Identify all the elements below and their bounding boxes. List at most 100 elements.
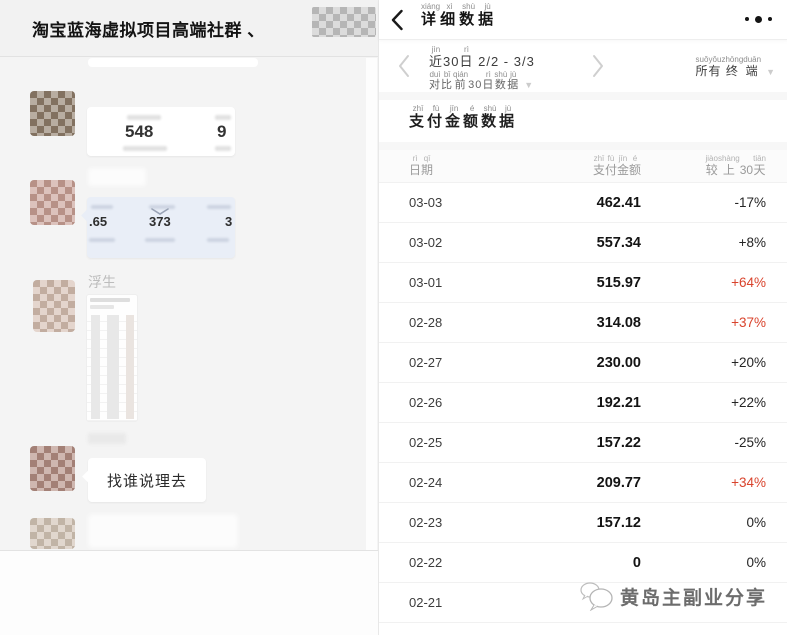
bubble-tail — [82, 470, 95, 483]
stats-header: 详xiáng细xì数shù据jù — [379, 0, 787, 40]
row-amount: 314.08 — [471, 315, 641, 331]
chat-scrollbar-track[interactable] — [366, 58, 377, 550]
row-date: 03-01 — [409, 275, 471, 290]
back-chevron-icon[interactable] — [391, 9, 407, 31]
table-row: 03-02 557.34 +8% — [379, 223, 787, 263]
row-date: 02-21 — [409, 595, 471, 610]
table-row: 03-03 462.41 -17% — [379, 183, 787, 223]
row-amount: 462.41 — [471, 195, 641, 211]
row-amount: 209.77 — [471, 475, 641, 491]
row-change: -17% — [641, 195, 766, 210]
chat-image-table-screenshot[interactable] — [86, 294, 138, 422]
date-range-selector: 近jìn30 日rì 2/2 - 3/3 对duì比bǐ前qián30 日rì数… — [379, 42, 787, 92]
row-change: +64% — [641, 275, 766, 290]
row-change: +37% — [641, 315, 766, 330]
row-date: 02-28 — [409, 315, 471, 330]
row-change: 0% — [641, 555, 766, 570]
chat-panel: 淘宝蓝海虚拟项目高端社群 、 548 9 — [0, 0, 378, 635]
stat-value-partial: 9 — [217, 122, 226, 142]
row-amount: 515.97 — [471, 275, 641, 291]
row-change: +20% — [641, 355, 766, 370]
blurred-label — [90, 305, 114, 309]
blurred-message — [88, 514, 238, 548]
chat-group-title: 淘宝蓝海虚拟项目高端社群 、 — [32, 16, 265, 41]
blurred-label — [207, 238, 229, 242]
terminal-dropdown[interactable]: 所suǒ有yǒu终zhōng端duān ▼ — [695, 55, 776, 79]
blurred-label — [123, 146, 167, 151]
row-date: 02-24 — [409, 475, 471, 490]
table-row: 02-22 0 0% — [379, 543, 787, 583]
row-change: 0% — [641, 515, 766, 530]
blurred-content — [88, 168, 146, 186]
table-row: 02-24 209.77 +34% — [379, 463, 787, 503]
row-amount: 192.21 — [471, 395, 641, 411]
bubble-tail — [87, 119, 94, 132]
avatar[interactable] — [30, 518, 75, 549]
blurred-label — [215, 146, 231, 151]
page-title: 详xiáng细xì数shù据jù — [421, 2, 497, 29]
table-body: 03-03 462.41 -17% 03-02 557.34 +8% 03-01… — [379, 183, 787, 623]
column-header-amount: 支zhī付fù金jīn额é — [471, 154, 641, 178]
avatar[interactable] — [30, 91, 75, 136]
row-change: +8% — [641, 235, 766, 250]
table-row: 02-21 — [379, 583, 787, 623]
chat-input-toolbar: ▾ — [0, 550, 378, 635]
chat-message-text: 找谁说理去 — [107, 470, 187, 491]
row-date: 02-27 — [409, 355, 471, 370]
sender-name[interactable]: 浮生 — [88, 272, 116, 292]
row-change: -25% — [641, 435, 766, 450]
row-amount: 230.00 — [471, 355, 641, 371]
stat-value: 373 — [149, 214, 171, 229]
row-date: 02-23 — [409, 515, 471, 530]
stats-panel: 详xiáng细xì数shù据jù 近jìn30 日rì 2/2 - 3/3 对d… — [378, 0, 787, 635]
range-dropdown[interactable]: 近jìn30 日rì 2/2 - 3/3 对duì比bǐ前qián30 日rì数… — [429, 45, 535, 92]
blurred-sender-name — [88, 433, 126, 444]
avatar[interactable] — [30, 446, 75, 491]
separator — [379, 142, 787, 150]
collapse-chevron-icon[interactable] — [151, 208, 169, 215]
chat-image-stats-card-blue[interactable]: .65 373 3 — [87, 197, 235, 258]
more-dots-icon[interactable] — [745, 0, 772, 38]
row-change: +34% — [641, 475, 766, 490]
compare-label: 对duì比bǐ前qián30 日rì数shù据jù▼ — [429, 70, 535, 92]
row-date: 03-02 — [409, 235, 471, 250]
row-date: 02-26 — [409, 395, 471, 410]
separator — [379, 92, 787, 100]
avatar[interactable] — [33, 280, 75, 332]
row-amount: 157.22 — [471, 435, 641, 451]
blurred-label — [90, 298, 130, 302]
table-row: 02-26 192.21 +22% — [379, 383, 787, 423]
column-header-change: 较jiào上shàng30 天tiān — [641, 154, 766, 178]
blurred-label — [215, 115, 231, 120]
row-date: 03-03 — [409, 195, 471, 210]
stat-value: 3 — [225, 214, 232, 229]
row-date: 02-25 — [409, 435, 471, 450]
blurred-label — [145, 238, 175, 242]
range-label: 近jìn30 日rì 2/2 - 3/3 — [429, 45, 535, 70]
row-amount: 0 — [471, 555, 641, 571]
app-window: 淘宝蓝海虚拟项目高端社群 、 548 9 — [0, 0, 787, 635]
dropdown-caret-icon: ▼ — [524, 80, 534, 90]
terminal-label: 所suǒ有yǒu终zhōng端duān — [695, 64, 761, 78]
blurred-label — [127, 115, 161, 120]
row-date: 02-22 — [409, 555, 471, 570]
stat-value: 548 — [125, 122, 153, 142]
row-amount: 557.34 — [471, 235, 641, 251]
table-row: 02-25 157.22 -25% — [379, 423, 787, 463]
chat-image-stats-card[interactable]: 548 9 — [87, 107, 235, 156]
prev-chevron-icon[interactable] — [397, 53, 413, 79]
dropdown-caret-icon: ▼ — [766, 67, 776, 77]
next-chevron-icon[interactable] — [591, 53, 607, 79]
blurred-label — [89, 238, 115, 242]
table-row: 02-28 314.08 +37% — [379, 303, 787, 343]
table-row: 02-23 157.12 0% — [379, 503, 787, 543]
chat-text-bubble[interactable]: 找谁说理去 — [88, 458, 206, 502]
row-change: +22% — [641, 395, 766, 410]
section-title: 支zhī付fù金jīn额é数shù据jù — [409, 104, 517, 131]
redacted-title-mosaic — [312, 7, 376, 37]
blurred-label — [91, 205, 113, 209]
avatar[interactable] — [30, 180, 75, 225]
table-row: 02-27 230.00 +20% — [379, 343, 787, 383]
partial-bubble — [88, 58, 258, 67]
row-amount: 157.12 — [471, 515, 641, 531]
